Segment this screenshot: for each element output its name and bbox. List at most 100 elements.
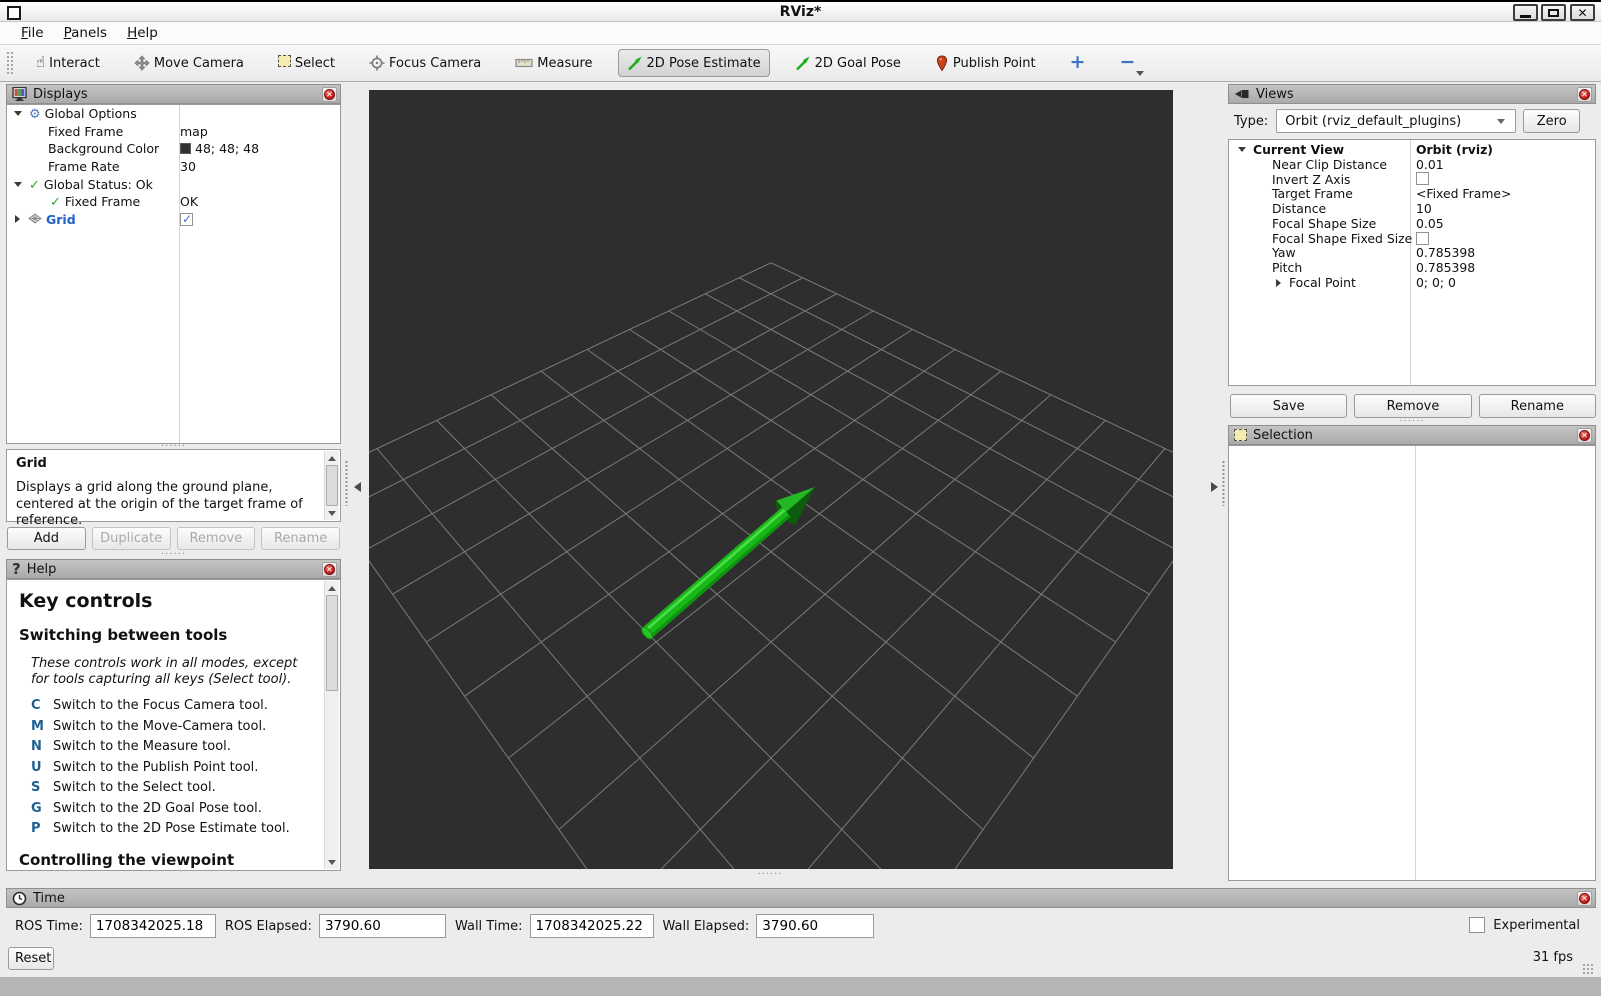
left-splitter-grip[interactable] <box>345 460 348 506</box>
time-close-button[interactable]: ✕ <box>1577 891 1592 906</box>
selection-close-button[interactable]: ✕ <box>1577 428 1592 443</box>
tool-remove-tool-minus-button[interactable]: − <box>1111 49 1145 78</box>
time-field-input[interactable] <box>319 914 446 938</box>
tree-value[interactable]: 0; 0; 0 <box>1416 275 1456 290</box>
tree-row-focal-shape-fixed-size[interactable]: Focal Shape Fixed Size <box>1229 231 1595 246</box>
expand-down-icon[interactable] <box>14 111 22 116</box>
splitter-dots[interactable]: ······ <box>6 552 341 558</box>
expand-right-icon[interactable] <box>15 215 20 223</box>
tree-checkbox[interactable] <box>180 213 193 226</box>
menu-item-file[interactable]: File <box>12 23 53 43</box>
tool-move-camera-button[interactable]: Move Camera <box>125 49 253 77</box>
tree-row-grid[interactable]: Grid <box>7 211 340 229</box>
tool-publish-point-button[interactable]: Publish Point <box>926 49 1045 78</box>
viewport-canvas[interactable] <box>369 90 1173 869</box>
tree-value[interactable] <box>180 213 193 226</box>
time-field-input[interactable] <box>90 914 216 938</box>
scrollbar[interactable] <box>324 581 339 869</box>
column-divider[interactable] <box>1415 446 1416 880</box>
time-field-input[interactable] <box>530 914 654 938</box>
scroll-down-icon[interactable] <box>325 506 339 520</box>
tree-value[interactable]: 0.05 <box>1416 216 1444 231</box>
chevron-down-icon[interactable] <box>1136 71 1144 76</box>
tree-value[interactable]: Orbit (rviz) <box>1416 142 1493 157</box>
tree-row-current-view[interactable]: Current ViewOrbit (rviz) <box>1229 142 1595 157</box>
tree-checkbox[interactable] <box>1416 172 1429 185</box>
tool-focus-camera-button[interactable]: Focus Camera <box>360 49 490 77</box>
tree-value[interactable]: 30 <box>180 159 196 174</box>
rename-view-button[interactable]: Rename <box>1479 394 1596 418</box>
expand-down-icon[interactable] <box>14 182 22 187</box>
close-window-button[interactable]: ✕ <box>1570 4 1595 21</box>
tree-value[interactable]: 0.01 <box>1416 157 1444 172</box>
tree-row-fixed-frame[interactable]: ✓Fixed FrameOK <box>7 193 340 211</box>
tool-2d-goal-pose-button[interactable]: 2D Goal Pose <box>786 49 910 77</box>
tree-value[interactable]: 0.785398 <box>1416 260 1475 275</box>
time-field: Wall Time: <box>455 914 654 938</box>
displays-close-button[interactable]: ✕ <box>322 87 337 102</box>
selection-panel-body[interactable] <box>1228 445 1596 881</box>
collapse-right-panel-icon[interactable] <box>1211 482 1218 492</box>
tree-value[interactable]: map <box>180 124 208 139</box>
tree-value[interactable]: 48; 48; 48 <box>180 141 259 156</box>
tree-value[interactable]: 0.785398 <box>1416 245 1475 260</box>
tree-row-near-clip-distance[interactable]: Near Clip Distance0.01 <box>1229 157 1595 172</box>
tool-2d-pose-estimate-button[interactable]: 2D Pose Estimate <box>618 49 770 77</box>
tree-label-cell: Target Frame <box>1229 186 1353 201</box>
tree-value[interactable]: 10 <box>1416 201 1432 216</box>
tree-value[interactable] <box>1416 232 1429 245</box>
toolbar-grip-handle[interactable] <box>6 51 13 75</box>
splitter-dots[interactable]: ······ <box>640 872 900 878</box>
tree-row-global-status-ok[interactable]: ✓Global Status: Ok <box>7 175 340 193</box>
remove-view-button[interactable]: Remove <box>1354 394 1471 418</box>
tree-row-invert-z-axis[interactable]: Invert Z Axis <box>1229 172 1595 187</box>
minimize-button[interactable] <box>1513 4 1538 21</box>
tree-row-target-frame[interactable]: Target Frame <Fixed Frame> <box>1229 186 1595 201</box>
tree-row-background-color[interactable]: Background Color48; 48; 48 <box>7 140 340 158</box>
tree-row-focal-point[interactable]: Focal Point0; 0; 0 <box>1229 275 1595 290</box>
experimental-checkbox[interactable] <box>1469 917 1485 933</box>
help-close-button[interactable]: ✕ <box>322 562 337 577</box>
tree-row-distance[interactable]: Distance10 <box>1229 201 1595 216</box>
scroll-up-icon[interactable] <box>325 581 339 595</box>
expand-right-icon[interactable] <box>1276 279 1281 287</box>
right-splitter-grip[interactable] <box>1222 460 1225 506</box>
tool-select-button[interactable]: Select <box>269 49 344 77</box>
tree-row-global-options[interactable]: ⚙Global Options <box>7 105 340 123</box>
resize-grip[interactable] <box>1582 963 1594 975</box>
tool-add-tool-plus-button[interactable]: + <box>1061 49 1095 78</box>
tool-measure-button[interactable]: Measure <box>506 50 601 77</box>
tree-value[interactable]: OK <box>180 194 198 209</box>
tree-checkbox[interactable] <box>1416 232 1429 245</box>
scrollbar-thumb[interactable] <box>326 595 338 691</box>
tree-row-frame-rate[interactable]: Frame Rate30 <box>7 158 340 176</box>
time-field-input[interactable] <box>756 914 874 938</box>
zero-button[interactable]: Zero <box>1523 109 1580 133</box>
tree-value[interactable] <box>1416 172 1429 185</box>
menu-item-panels[interactable]: Panels <box>55 23 116 43</box>
collapse-left-panel-icon[interactable] <box>354 482 361 492</box>
scroll-down-icon[interactable] <box>325 855 339 869</box>
scrollbar[interactable] <box>324 451 339 520</box>
tree-row-yaw[interactable]: Yaw0.785398 <box>1229 246 1595 261</box>
tool-interact-button[interactable]: ☝Interact <box>27 49 109 77</box>
menu-item-help[interactable]: Help <box>118 23 167 43</box>
displays-tree[interactable]: ⚙Global OptionsFixed FramemapBackground … <box>6 104 341 444</box>
views-tree[interactable]: Current ViewOrbit (rviz)Near Clip Distan… <box>1228 139 1596 386</box>
tool-label: Move Camera <box>154 56 244 71</box>
tree-row-pitch[interactable]: Pitch0.785398 <box>1229 260 1595 275</box>
expand-down-icon[interactable] <box>1238 147 1246 152</box>
tree-row-focal-shape-size[interactable]: Focal Shape Size0.05 <box>1229 216 1595 231</box>
experimental-toggle[interactable]: Experimental <box>1469 917 1580 933</box>
tree-row-fixed-frame[interactable]: Fixed Framemap <box>7 123 340 141</box>
save-view-button[interactable]: Save <box>1230 394 1347 418</box>
views-close-button[interactable]: ✕ <box>1577 87 1592 102</box>
scrollbar-thumb[interactable] <box>326 465 338 506</box>
view-type-combobox[interactable]: Orbit (rviz_default_plugins) <box>1276 109 1516 133</box>
reset-button[interactable]: Reset <box>8 947 54 970</box>
maximize-button[interactable] <box>1541 4 1566 21</box>
scroll-up-icon[interactable] <box>325 451 339 465</box>
key-description: Switch to the Select tool. <box>53 780 216 795</box>
tree-value[interactable]: <Fixed Frame> <box>1416 186 1511 201</box>
add-button[interactable]: Add <box>7 527 86 550</box>
